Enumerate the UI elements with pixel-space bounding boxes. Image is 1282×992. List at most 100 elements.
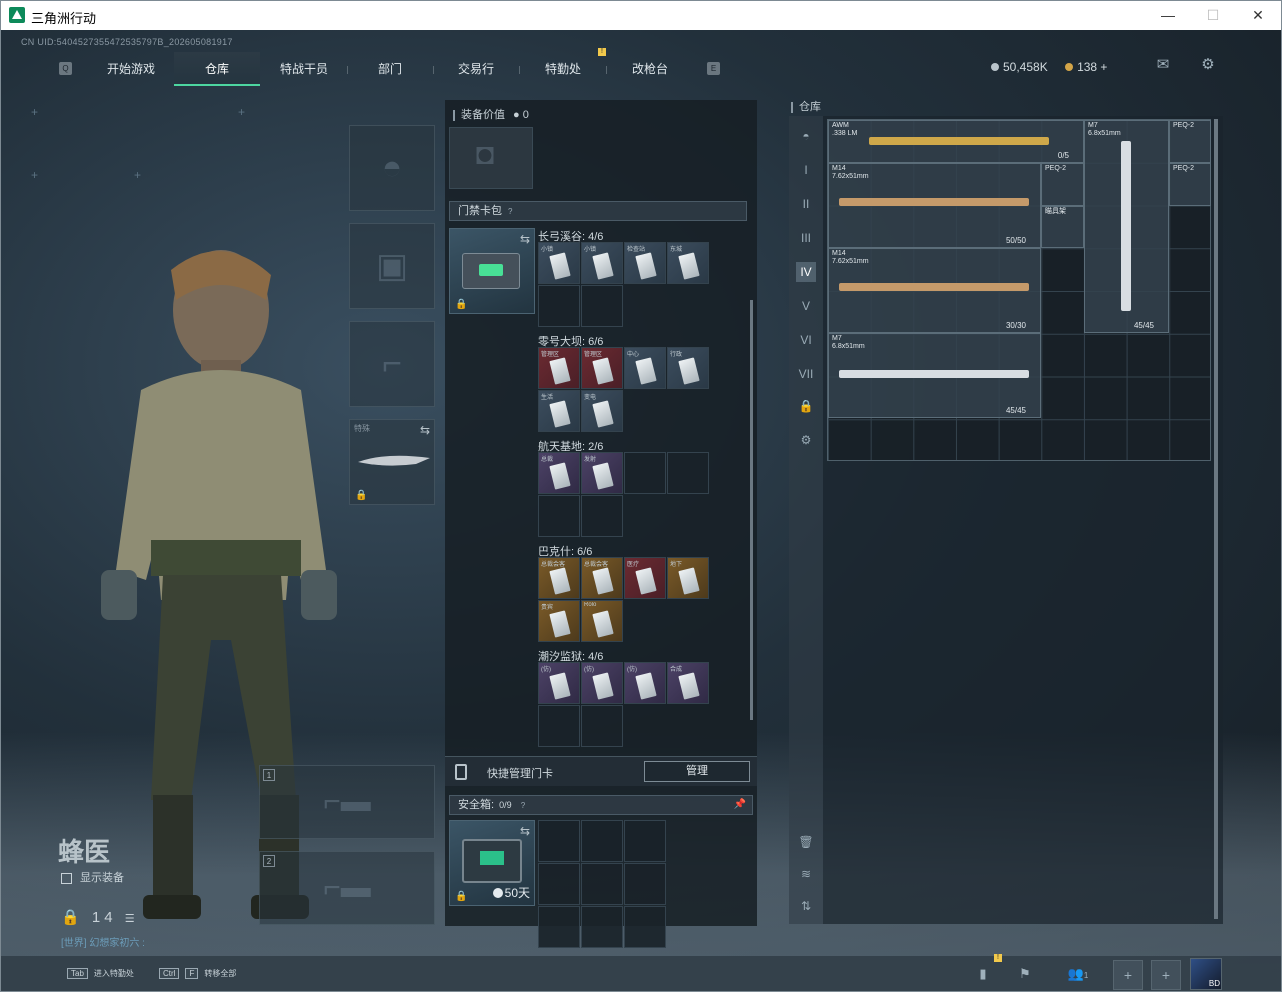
bond-balance[interactable]: 138 + — [1077, 60, 1107, 74]
party-slot-add[interactable]: + — [1151, 960, 1181, 990]
keycard-item[interactable]: 地下 — [667, 557, 709, 599]
empty-keycard-slot[interactable] — [624, 452, 666, 494]
warehouse-item-peq2[interactable]: PEQ-2 — [1041, 163, 1084, 206]
warehouse-item-m7[interactable]: M7 6.8x51mm 45/45 — [1084, 120, 1169, 333]
helmet-slot[interactable]: ◓ — [349, 125, 435, 211]
empty-keycard-slot[interactable] — [581, 285, 623, 327]
stash-2-icon[interactable]: II — [796, 194, 816, 214]
stats-chart-icon[interactable]: ▮ — [973, 964, 993, 984]
warehouse-item-peq2[interactable]: PEQ-2 — [1169, 163, 1211, 206]
list-icon[interactable]: ☰ — [125, 913, 135, 925]
empty-keycard-slot[interactable] — [581, 705, 623, 747]
keycard-item[interactable]: 总裁 — [538, 452, 580, 494]
stash-6-icon[interactable]: VI — [796, 330, 816, 350]
keycard-item[interactable]: 管理区 — [538, 347, 580, 389]
party-slot-add[interactable]: + — [1113, 960, 1143, 990]
tab-start-game[interactable]: 开始游戏 — [89, 52, 173, 86]
keycard-item[interactable]: 小镇 — [581, 242, 623, 284]
tab-trading[interactable]: 交易行 — [434, 52, 518, 86]
nav-left-key-icon[interactable]: Q — [59, 62, 72, 75]
melee-slot[interactable]: 特殊 ⇆ 🔒 — [349, 419, 435, 505]
transfer-all-hint[interactable]: Ctrl F 转移全部 — [159, 968, 236, 979]
keycard-item[interactable]: (仿) — [624, 662, 666, 704]
secondary-weapon-slot[interactable]: 2 ⌐▬ — [259, 851, 435, 925]
pin-icon[interactable]: 📌 — [734, 796, 746, 814]
keycard-item[interactable]: 医疗 — [624, 557, 666, 599]
primary-weapon-slot[interactable]: 1 ⌐▬ — [259, 765, 435, 839]
keycard-item[interactable]: 总裁会客 — [581, 557, 623, 599]
keycard-item[interactable]: 东城 — [667, 242, 709, 284]
keycard-item[interactable]: 变电 — [581, 390, 623, 432]
keycard-item[interactable]: 行政 — [667, 347, 709, 389]
layers-icon[interactable]: ≋ — [796, 864, 816, 884]
warehouse-item-peq2[interactable]: PEQ-2 — [1169, 120, 1211, 163]
empty-keycard-slot[interactable] — [538, 285, 580, 327]
safe-box-cell[interactable] — [624, 820, 666, 862]
keycard-item[interactable]: 中心 — [624, 347, 666, 389]
help-icon[interactable]: ? — [508, 207, 512, 216]
safe-box-slot[interactable]: ⇆ 🔒 50天 — [449, 820, 535, 906]
swap-icon[interactable]: ⇆ — [520, 232, 530, 246]
warehouse-item-m14[interactable]: M14 7.62x51mm 30/30 — [828, 248, 1041, 333]
tab-gunsmith[interactable]: 改枪台 — [607, 52, 693, 86]
minimize-button[interactable]: — — [1153, 5, 1183, 25]
stash-4-icon[interactable]: IV — [796, 262, 816, 282]
friends-icon[interactable]: 👥1 — [1061, 964, 1095, 984]
safe-box-cell[interactable] — [538, 863, 580, 905]
maximize-button[interactable]: ☐ — [1198, 5, 1228, 25]
stash-1-icon[interactable]: I — [796, 160, 816, 180]
empty-keycard-slot[interactable] — [667, 452, 709, 494]
stash-7-icon[interactable]: VII — [796, 364, 816, 384]
safe-box-cell[interactable] — [538, 906, 580, 948]
delete-icon[interactable]: 🗑 — [796, 832, 816, 852]
warehouse-item-m14[interactable]: M14 7.62x51mm 50/50 — [828, 163, 1041, 248]
safe-box-cell[interactable] — [581, 820, 623, 862]
tab-department[interactable]: 部门 — [348, 52, 432, 86]
safe-box-cell[interactable] — [581, 906, 623, 948]
keycard-item[interactable]: 总裁会客 — [538, 557, 580, 599]
keycard-scrollbar[interactable] — [750, 300, 753, 720]
armor-slot[interactable]: ▣ — [349, 223, 435, 309]
lock-icon[interactable]: 🔒 — [796, 396, 816, 416]
keycard-item[interactable]: 贵宾 — [538, 600, 580, 642]
keycard-case[interactable]: ⇆ 🔒 — [449, 228, 535, 314]
keycard-item[interactable]: 生活 — [538, 390, 580, 432]
settings-gear-icon[interactable]: ⚙ — [1199, 57, 1217, 72]
sort-icon[interactable]: ⇅ — [796, 896, 816, 916]
safe-box-cell[interactable] — [581, 863, 623, 905]
show-equipment-toggle[interactable]: 显示装备 — [61, 869, 124, 885]
swap-icon[interactable]: ⇆ — [520, 824, 530, 838]
empty-keycard-slot[interactable] — [581, 495, 623, 537]
helmet-filter-icon[interactable]: ◓ — [796, 126, 816, 146]
keycard-item[interactable]: Rolo — [581, 600, 623, 642]
warehouse-scrollbar[interactable] — [1214, 119, 1218, 919]
flag-icon[interactable]: ⚑ — [1015, 964, 1035, 984]
warehouse-item-m7[interactable]: M7 6.8x51mm 45/45 — [828, 333, 1041, 418]
stash-3-icon[interactable]: III — [796, 228, 816, 248]
safe-box-cell[interactable] — [538, 820, 580, 862]
player-avatar[interactable]: BD — [1190, 958, 1222, 990]
keycard-item[interactable]: (仿) — [581, 662, 623, 704]
stash-5-icon[interactable]: V — [796, 296, 816, 316]
help-icon[interactable]: ? — [521, 801, 525, 810]
safe-box-cell[interactable] — [624, 906, 666, 948]
pistol-slot[interactable]: ⌐ — [349, 321, 435, 407]
keycard-item[interactable]: 检查站 — [624, 242, 666, 284]
tab-special-ops[interactable]: 特勤处 — [520, 52, 606, 86]
tab-warehouse[interactable]: 仓库 — [174, 52, 260, 86]
empty-keycard-slot[interactable] — [538, 705, 580, 747]
warehouse-item-awm[interactable]: AWM .338 LM 0/5 — [828, 120, 1084, 163]
keycard-item[interactable]: 合成 — [667, 662, 709, 704]
backpack-slot[interactable]: ◘ — [449, 127, 533, 189]
nav-right-key-icon[interactable]: E — [707, 62, 720, 75]
settings-gear-icon[interactable]: ⚙ — [796, 430, 816, 450]
manage-button[interactable]: 管理 — [644, 761, 750, 782]
keycard-item[interactable]: 管理区 — [581, 347, 623, 389]
chat-preview[interactable]: [世界] 幻想家初六 : — [61, 934, 145, 949]
safe-box-cell[interactable] — [624, 863, 666, 905]
swap-icon[interactable]: ⇆ — [420, 423, 430, 437]
tab-operators[interactable]: 特战干员 — [261, 52, 347, 86]
warehouse-item-mount[interactable]: 瞄具架 — [1041, 206, 1084, 248]
keycard-item[interactable]: 小镇 — [538, 242, 580, 284]
keycard-item[interactable]: 发射 — [581, 452, 623, 494]
